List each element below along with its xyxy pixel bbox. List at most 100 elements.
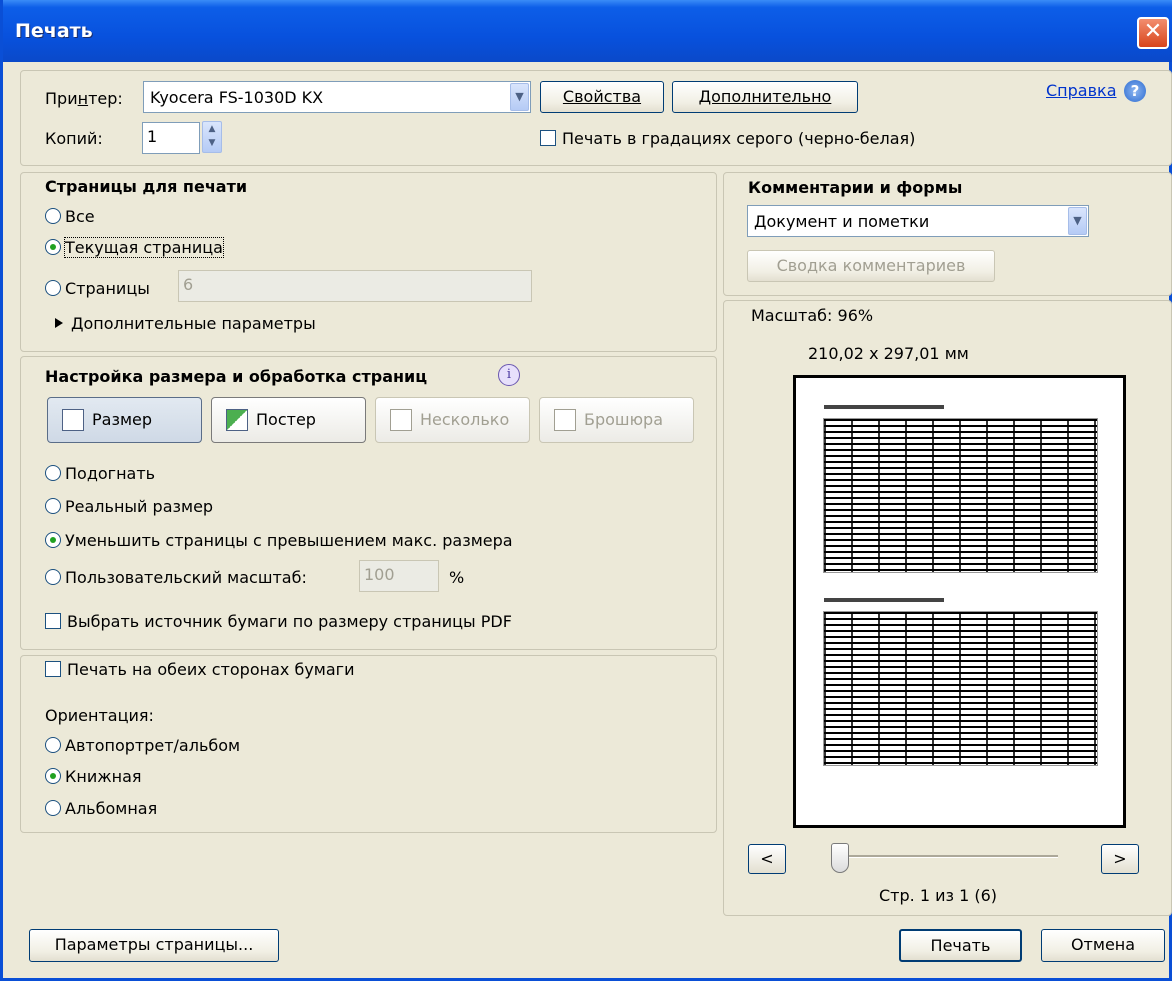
window-title: Печать <box>15 20 93 42</box>
actual-label: Реальный размер <box>65 497 214 516</box>
preview-header-line <box>824 598 944 602</box>
fit-label: Подогнать <box>65 464 156 483</box>
both-sides-label: Печать на обеих сторонах бумаги <box>67 660 355 679</box>
prev-page-button[interactable]: < <box>748 844 786 874</box>
print-button[interactable]: Печать <box>899 929 1022 962</box>
page-dimensions: 210,02 x 297,01 мм <box>808 344 969 363</box>
page-slider-thumb[interactable] <box>831 843 849 873</box>
scale-readout: Масштаб: 96% <box>751 306 874 325</box>
printer-label: Принтер: <box>45 89 123 108</box>
grayscale-option[interactable]: Печать в градациях серого (черно-белая) <box>540 129 915 148</box>
orientation-label: Ориентация: <box>45 706 154 725</box>
percent-label: % <box>449 568 465 587</box>
custom-scale-input[interactable]: 100 <box>359 560 439 592</box>
radio-current[interactable] <box>45 239 61 255</box>
copies-label: Копий: <box>45 129 103 148</box>
both-sides-option[interactable]: Печать на обеих сторонах бумаги <box>45 660 354 679</box>
custom-label: Пользовательский масштаб: <box>65 568 307 587</box>
help-link[interactable]: Справка <box>1046 81 1117 100</box>
chevron-down-icon[interactable]: ▼ <box>510 83 529 111</box>
booklet-button[interactable]: Брошюра <box>539 397 694 443</box>
page-preview <box>793 375 1126 828</box>
size-button[interactable]: Размер <box>47 397 202 443</box>
both-sides-checkbox[interactable] <box>45 661 61 677</box>
radio-fit[interactable] <box>45 465 61 481</box>
preview-page-top <box>823 405 1098 573</box>
orientation-landscape-option[interactable]: Альбомная <box>45 799 157 818</box>
auto-label: Автопортрет/альбом <box>65 736 241 755</box>
pages-current-option[interactable]: Текущая страница <box>45 237 224 258</box>
shrink-label: Уменьшить страницы с превышением макс. р… <box>65 531 513 550</box>
radio-all[interactable] <box>45 208 61 224</box>
properties-label: Свойства <box>562 87 642 106</box>
poster-label: Постер <box>256 410 316 429</box>
sizing-heading: Настройка размера и обработка страниц <box>45 367 428 386</box>
radio-portrait[interactable] <box>45 768 61 784</box>
paper-source-checkbox[interactable] <box>45 613 61 629</box>
preview-header-line <box>824 405 944 409</box>
printer-value: Kyocera FS-1030D KX <box>150 88 324 107</box>
title-bar[interactable]: Печать ✕ <box>3 0 1172 62</box>
copies-input[interactable]: 1 <box>142 122 200 154</box>
pages-current-label: Текущая страница <box>64 237 224 258</box>
preview-columns <box>824 612 1097 765</box>
multiple-button[interactable]: Несколько <box>375 397 530 443</box>
radio-shrink[interactable] <box>45 532 61 548</box>
multiple-label: Несколько <box>420 410 510 429</box>
advanced-button[interactable]: Дополнительно <box>672 81 858 113</box>
properties-button[interactable]: Свойства <box>540 81 664 113</box>
grayscale-checkbox[interactable] <box>540 130 556 146</box>
close-button[interactable]: ✕ <box>1137 17 1169 49</box>
pages-all-option[interactable]: Все <box>45 207 95 226</box>
booklet-label: Брошюра <box>584 410 663 429</box>
orientation-auto-option[interactable]: Автопортрет/альбом <box>45 736 240 755</box>
print-dialog: Печать ✕ Принтер: Kyocera FS-1030D KX ▼ … <box>0 0 1172 981</box>
multiple-icon <box>390 409 412 431</box>
grayscale-label: Печать в градациях серого (черно-белая) <box>562 129 916 148</box>
more-options-label: Дополнительные параметры <box>71 314 316 333</box>
advanced-label: Дополнительно <box>698 87 832 106</box>
chevron-down-icon[interactable]: ▼ <box>1068 207 1087 235</box>
poster-button[interactable]: Постер <box>211 397 366 443</box>
info-icon[interactable]: i <box>498 364 520 386</box>
size-icon <box>62 409 84 431</box>
copies-stepper[interactable]: ▲ ▼ <box>202 121 222 153</box>
next-page-button[interactable]: > <box>1101 844 1139 874</box>
comments-heading: Комментарии и формы <box>748 178 963 197</box>
comments-value: Документ и пометки <box>754 212 930 231</box>
pages-heading: Страницы для печати <box>45 177 248 196</box>
radio-landscape[interactable] <box>45 800 61 816</box>
radio-custom[interactable] <box>45 569 61 585</box>
pages-range-label: Страницы <box>65 279 150 298</box>
portrait-label: Книжная <box>65 767 142 786</box>
custom-scale-option[interactable]: Пользовательский масштаб: <box>45 568 307 587</box>
cancel-button[interactable]: Отмена <box>1041 929 1165 962</box>
page-info: Стр. 1 из 1 (6) <box>879 886 998 905</box>
paper-source-option[interactable]: Выбрать источник бумаги по размеру стран… <box>45 612 512 631</box>
comments-select[interactable]: Документ и пометки ▼ <box>747 205 1089 237</box>
page-setup-button[interactable]: Параметры страницы... <box>29 929 279 962</box>
size-label: Размер <box>92 410 153 429</box>
pages-range-option[interactable]: Страницы <box>45 279 150 298</box>
printer-select[interactable]: Kyocera FS-1030D KX ▼ <box>143 81 531 113</box>
page-slider-track[interactable] <box>843 855 1058 858</box>
orientation-portrait-option[interactable]: Книжная <box>45 767 142 786</box>
pages-all-label: Все <box>65 207 95 226</box>
paper-source-label: Выбрать источник бумаги по размеру стран… <box>67 612 512 631</box>
radio-actual[interactable] <box>45 498 61 514</box>
fit-option[interactable]: Подогнать <box>45 464 155 483</box>
preview-page-bottom <box>823 598 1098 766</box>
triangle-right-icon <box>55 318 63 328</box>
booklet-icon <box>554 409 576 431</box>
preview-columns <box>824 419 1097 572</box>
pages-range-input[interactable]: 6 <box>178 270 532 302</box>
actual-size-option[interactable]: Реальный размер <box>45 497 213 516</box>
landscape-label: Альбомная <box>65 799 158 818</box>
radio-range[interactable] <box>45 280 61 296</box>
shrink-option[interactable]: Уменьшить страницы с превышением макс. р… <box>45 531 513 550</box>
help-icon[interactable]: ? <box>1124 80 1146 102</box>
poster-icon <box>226 409 248 431</box>
radio-auto[interactable] <box>45 737 61 753</box>
more-options-toggle[interactable]: Дополнительные параметры <box>55 314 316 333</box>
comments-summary-button[interactable]: Сводка комментариев <box>747 250 995 282</box>
